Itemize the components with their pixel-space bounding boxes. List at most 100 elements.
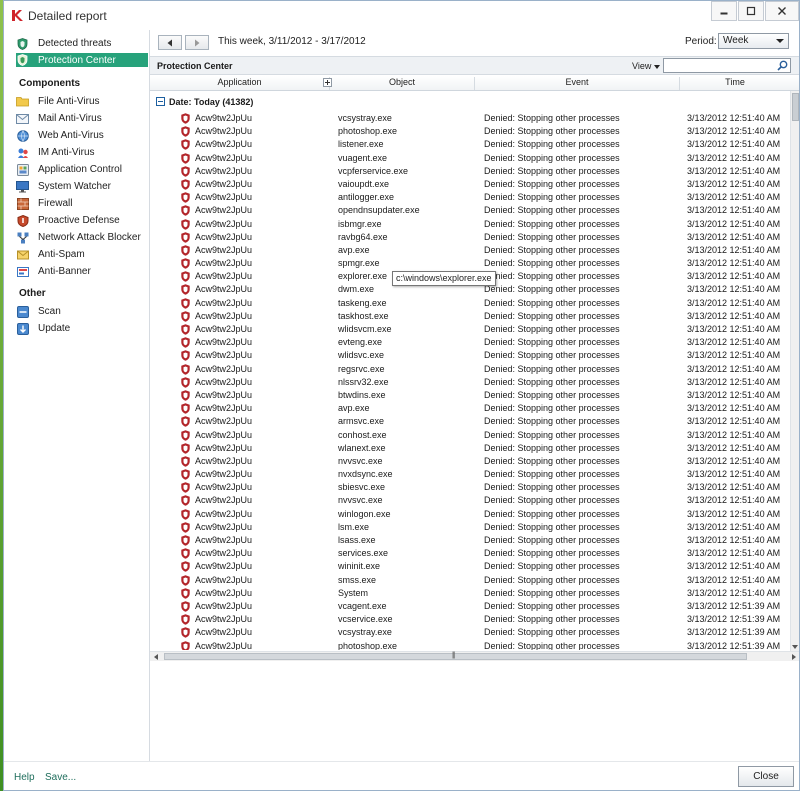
sidebar-item-web-anti-virus[interactable]: Web Anti-Virus xyxy=(16,128,148,143)
cell-object: vcsystray.exe xyxy=(338,113,392,123)
sidebar-item-file-anti-virus[interactable]: File Anti-Virus xyxy=(16,94,148,109)
date-group-row[interactable]: Date: Today (41382) xyxy=(150,92,790,111)
scroll-left-icon[interactable] xyxy=(154,654,158,660)
sidebar-item-firewall[interactable]: Firewall xyxy=(16,196,148,211)
table-row[interactable]: Acw9tw2JpUu avp.exe Denied: Stopping other… xyxy=(150,244,790,257)
cell-time: 3/13/2012 12:51:40 AM xyxy=(687,244,781,255)
view-menu-button[interactable]: View xyxy=(632,61,661,71)
maximize-button[interactable] xyxy=(738,1,764,21)
table-row[interactable]: Acw9tw2JpUu listener.exe Denied: Stopping … xyxy=(150,138,790,151)
table-row[interactable]: Acw9tw2JpUu ravbg64.exe Denied: Stopping o… xyxy=(150,231,790,244)
sidebar-item-scan[interactable]: Scan xyxy=(16,304,148,319)
cell-event: Denied: Stopping other processes xyxy=(484,521,620,532)
table-row[interactable]: Acw9tw2JpUu taskhost.exe Denied: Stopping … xyxy=(150,310,790,323)
table-row[interactable]: Acw9tw2JpUu vaioupdt.exe Denied: Stopping … xyxy=(150,178,790,191)
table-row[interactable]: Acw9tw2JpUu photoshop.exe Denied: Stopping… xyxy=(150,640,790,650)
sidebar-item-anti-spam[interactable]: Anti-Spam xyxy=(16,247,148,262)
detailed-report-window: Detailed report Detected threats Protect… xyxy=(3,0,800,791)
search-icon[interactable] xyxy=(777,60,788,71)
table-body: Acw9tw2JpUu vcsystray.exe Denied: Stopping… xyxy=(150,112,790,650)
close-window-button[interactable] xyxy=(765,1,799,21)
threat-icon xyxy=(181,284,190,296)
table-row[interactable]: Acw9tw2JpUu nvvsvc.exe Denied: Stopping ot… xyxy=(150,494,790,507)
cell-object: lsass.exe xyxy=(338,535,376,545)
save-link[interactable]: Save... xyxy=(45,772,76,783)
sidebar-item-proactive-defense[interactable]: Proactive Defense xyxy=(16,213,148,228)
table-row[interactable]: Acw9tw2JpUu vcagent.exe Denied: Stopping o… xyxy=(150,600,790,613)
scroll-right-icon[interactable] xyxy=(792,654,796,660)
object-path-tooltip: c:\windows\explorer.exe xyxy=(392,271,496,286)
close-button[interactable]: Close xyxy=(738,766,794,787)
sidebar-item-detected-threats[interactable]: Detected threats xyxy=(16,36,148,51)
sidebar-item-im-anti-virus[interactable]: IM Anti-Virus xyxy=(16,145,148,160)
sidebar-item-label: Firewall xyxy=(38,198,73,209)
table-row[interactable]: Acw9tw2JpUu vcpferservice.exe Denied: Stop… xyxy=(150,165,790,178)
table-row[interactable]: Acw9tw2JpUu btwdins.exe Denied: Stopping o… xyxy=(150,389,790,402)
table-row[interactable]: Acw9tw2JpUu nlssrv32.exe Denied: Stopping … xyxy=(150,376,790,389)
threat-icon xyxy=(181,429,190,441)
table-row[interactable]: Acw9tw2JpUu regsrvc.exe Denied: Stopping o… xyxy=(150,363,790,376)
table-row[interactable]: Acw9tw2JpUu wlidsvcm.exe Denied: Stopping … xyxy=(150,323,790,336)
table-row[interactable]: Acw9tw2JpUu wlanext.exe Denied: Stopping o… xyxy=(150,442,790,455)
sidebar-item-label: Protection Center xyxy=(38,54,116,66)
table-row[interactable]: Acw9tw2JpUu lsm.exe Denied: Stopping other… xyxy=(150,521,790,534)
table-row[interactable]: Acw9tw2JpUu antilogger.exe Denied: Stoppin… xyxy=(150,191,790,204)
table-row[interactable]: Acw9tw2JpUu evteng.exe Denied: Stopping ot… xyxy=(150,336,790,349)
sidebar-item-protection-center[interactable]: Protection Center xyxy=(16,53,148,67)
search-input[interactable] xyxy=(663,58,791,73)
cell-time: 3/13/2012 12:51:40 AM xyxy=(687,218,781,229)
column-header-application[interactable]: Application xyxy=(150,77,330,90)
table-row[interactable]: Acw9tw2JpUu spmgr.exe Denied: Stopping oth… xyxy=(150,257,790,270)
app-control-icon xyxy=(16,163,29,176)
sidebar-item-anti-banner[interactable]: Anti-Banner xyxy=(16,264,148,279)
sidebar-item-network-attack-blocker[interactable]: Network Attack Blocker xyxy=(16,230,148,245)
table-row[interactable]: Acw9tw2JpUu opendnsupdater.exe Denied: Sto… xyxy=(150,204,790,217)
table-row[interactable]: Acw9tw2JpUu services.exe Denied: Stopping … xyxy=(150,547,790,560)
column-header-event[interactable]: Event xyxy=(475,77,680,90)
previous-period-button[interactable] xyxy=(158,35,182,50)
table-row[interactable]: Acw9tw2JpUu vcsystray.exe Denied: Stopping… xyxy=(150,626,790,639)
table-row[interactable]: Acw9tw2JpUu isbmgr.exe Denied: Stopping ot… xyxy=(150,218,790,231)
cell-application: Acw9tw2JpUu xyxy=(195,363,253,374)
table-row[interactable]: Acw9tw2JpUu vcsystray.exe Denied: Stopping… xyxy=(150,112,790,125)
table-row[interactable]: Acw9tw2JpUu conhost.exe Denied: Stopping o… xyxy=(150,429,790,442)
table-row[interactable]: Acw9tw2JpUu winlogon.exe Denied: Stopping … xyxy=(150,508,790,521)
sidebar-item-application-control[interactable]: Application Control xyxy=(16,162,148,177)
table-row[interactable]: Acw9tw2JpUu photoshop.exe Denied: Stopping… xyxy=(150,125,790,138)
table-row[interactable]: Acw9tw2JpUu avp.exe Denied: Stopping other… xyxy=(150,402,790,415)
table-row[interactable]: Acw9tw2JpUu lsass.exe Denied: Stopping oth… xyxy=(150,534,790,547)
column-header-object[interactable]: Object xyxy=(330,77,475,90)
collapse-icon[interactable] xyxy=(156,97,165,106)
sidebar-item-system-watcher[interactable]: System Watcher xyxy=(16,179,148,194)
scroll-down-icon[interactable] xyxy=(792,645,798,649)
column-header-time[interactable]: Time xyxy=(680,77,790,90)
period-select[interactable]: Week xyxy=(718,33,789,49)
sidebar-item-mail-anti-virus[interactable]: Mail Anti-Virus xyxy=(16,111,148,126)
table-row[interactable]: Acw9tw2JpUu wininit.exe Denied: Stopping o… xyxy=(150,560,790,573)
cell-application: Acw9tw2JpUu xyxy=(195,113,253,123)
table-row[interactable]: Acw9tw2JpUu vuagent.exe Denied: Stopping o… xyxy=(150,152,790,165)
next-period-button[interactable] xyxy=(185,35,209,50)
table-row[interactable]: Acw9tw2JpUu armsvc.exe Denied: Stopping ot… xyxy=(150,415,790,428)
vertical-scrollbar[interactable] xyxy=(790,91,799,651)
cell-object: isbmgr.exe xyxy=(338,218,382,229)
table-row[interactable]: Acw9tw2JpUu vcservice.exe Denied: Stopping… xyxy=(150,613,790,626)
table-row[interactable]: Acw9tw2JpUu nvvsvc.exe Denied: Stopping ot… xyxy=(150,455,790,468)
table-row[interactable]: Acw9tw2JpUu taskeng.exe Denied: Stopping o… xyxy=(150,297,790,310)
horizontal-scrollbar[interactable]: ||| xyxy=(150,651,799,661)
minimize-button[interactable] xyxy=(711,1,737,21)
table-row[interactable]: Acw9tw2JpUu System Denied: Stopping other … xyxy=(150,587,790,600)
table-row[interactable]: Acw9tw2JpUu nvxdsync.exe Denied: Stopping … xyxy=(150,468,790,481)
table-row[interactable]: Acw9tw2JpUu sbiesvc.exe Denied: Stopping o… xyxy=(150,481,790,494)
table-row[interactable]: Acw9tw2JpUu smss.exe Denied: Stopping othe… xyxy=(150,574,790,587)
scrollbar-thumb[interactable] xyxy=(792,93,799,121)
scrollbar-thumb[interactable] xyxy=(164,653,747,660)
cell-application: Acw9tw2JpUu xyxy=(195,376,253,387)
cell-event: Denied: Stopping other processes xyxy=(484,324,620,334)
sidebar-item-update[interactable]: Update xyxy=(16,321,148,336)
threat-icon xyxy=(181,390,190,401)
section-title: Protection Center xyxy=(157,61,233,71)
table-row[interactable]: Acw9tw2JpUu wlidsvc.exe Denied: Stopping o… xyxy=(150,349,790,362)
cell-time: 3/13/2012 12:51:40 AM xyxy=(687,469,781,480)
help-link[interactable]: Help xyxy=(14,772,35,783)
